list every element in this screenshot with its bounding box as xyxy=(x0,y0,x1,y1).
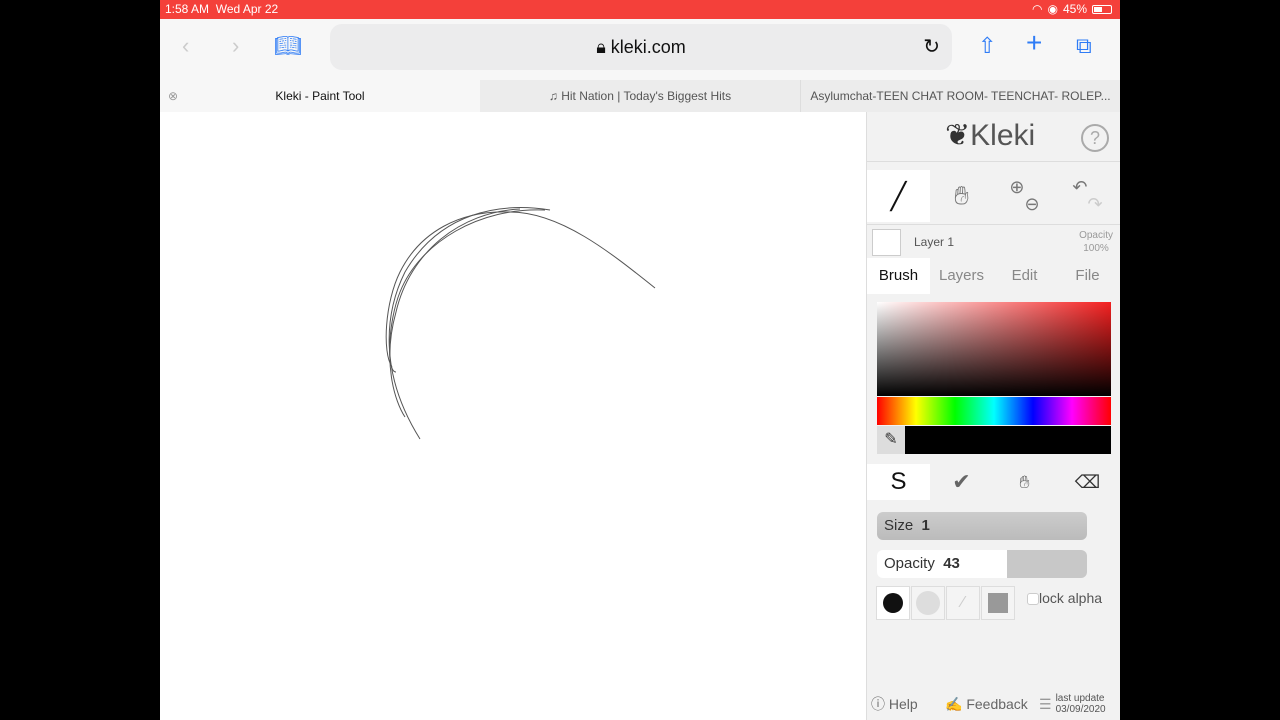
back-button[interactable]: ‹ xyxy=(182,33,189,59)
chalk-brush-shape[interactable] xyxy=(911,586,945,620)
battery-icon xyxy=(1092,5,1112,14)
opacity-slider[interactable]: Opacity 43 xyxy=(877,550,1087,578)
blend-brush[interactable]: ✔︎ xyxy=(930,464,993,500)
sketchy-brush[interactable]: ✋︎ xyxy=(993,464,1056,500)
undo-redo: ↶ ↷ xyxy=(1056,170,1119,222)
drawing-canvas[interactable] xyxy=(160,112,866,720)
zoom-out-icon[interactable]: ⊖ xyxy=(1025,194,1040,215)
kleki-sidebar: ❦Kleki ? ╱ ✋︎ ⊕ ⊖ ↶ ↷ Layer 1 Opacity 100% … xyxy=(866,112,1120,720)
eyedropper-icon[interactable]: ✎ xyxy=(877,426,905,454)
round-brush-shape[interactable] xyxy=(876,586,910,620)
size-slider[interactable]: Size 1 xyxy=(877,512,1087,540)
tab-asylumchat[interactable]: Asylumchat-TEEN CHAT ROOM- TEENCHAT- ROL… xyxy=(800,80,1120,112)
square-icon xyxy=(988,593,1008,613)
layer-name: Layer 1 xyxy=(914,235,955,249)
layer-thumbnail[interactable] xyxy=(872,229,901,256)
close-tab-icon[interactable]: ⊗ xyxy=(168,80,178,112)
kleki-logo: ❦Kleki xyxy=(945,119,1036,152)
color-saturation-picker[interactable] xyxy=(877,302,1111,396)
hand-tool[interactable]: ✋︎ xyxy=(930,170,993,222)
date: Wed Apr 22 xyxy=(215,2,279,16)
last-update-date: 03/09/2020 xyxy=(1055,704,1106,715)
zoom-tool[interactable]: ⊕ ⊖ xyxy=(993,170,1056,222)
list-icon: ☰ xyxy=(1039,696,1052,712)
reload-icon[interactable]: ↻ xyxy=(923,24,940,70)
tab-label: Kleki - Paint Tool xyxy=(275,89,365,103)
help-icon[interactable]: ? xyxy=(1081,124,1109,152)
tabs-icon[interactable]: ⧉ xyxy=(1076,33,1092,59)
brush-tool[interactable]: ╱ xyxy=(867,170,930,222)
feather-icon: ⁄ xyxy=(961,594,965,611)
square-brush-shape[interactable] xyxy=(981,586,1015,620)
tab-file[interactable]: File xyxy=(1056,258,1119,294)
undo-icon[interactable]: ↶ xyxy=(1072,177,1087,198)
orientation-lock-icon: ◉ xyxy=(1047,2,1058,16)
wifi-icon: ◠ xyxy=(1032,2,1043,16)
stroke xyxy=(389,208,521,418)
layer-opacity: Opacity 100% xyxy=(1079,230,1113,254)
lock-alpha-checkbox[interactable]: lock alpha xyxy=(1027,590,1102,606)
chalk-icon xyxy=(916,591,940,615)
hue-slider[interactable] xyxy=(877,397,1111,425)
tab-kleki[interactable]: ⊗ Kleki - Paint Tool xyxy=(160,80,480,112)
tab-bar: ⊗ Kleki - Paint Tool ♫ Hit Nation | Today… xyxy=(160,80,1120,112)
lock-icon: 🔒︎ xyxy=(596,37,611,57)
stroke xyxy=(385,211,656,368)
brush-icon: ╱ xyxy=(890,180,907,211)
tab-hit-nation[interactable]: ♫ Hit Nation | Today's Biggest Hits xyxy=(480,80,800,112)
zoom-in-icon[interactable]: ⊕ xyxy=(1009,177,1024,198)
tab-layers[interactable]: Layers xyxy=(930,258,993,294)
circle-icon xyxy=(883,593,903,613)
changelog-button[interactable]: ☰ last update 03/09/2020 xyxy=(1039,688,1120,720)
time: 1:58 AM xyxy=(165,2,210,16)
last-update-label: last update xyxy=(1055,693,1105,704)
battery-percent: 45% xyxy=(1062,2,1087,16)
new-tab-button[interactable]: + xyxy=(1026,27,1042,59)
help-button[interactable]: ⓘ Help xyxy=(871,688,918,720)
eraser-icon[interactable]: ⌫ xyxy=(1056,464,1119,500)
status-bar: 1:58 AM Wed Apr 22 ◠ ◉ 45% xyxy=(160,0,1120,19)
browser-toolbar: ‹ › 📖︎ 🔒︎ kleki.com ↻ ⇧ + ⧉ xyxy=(160,19,1120,80)
share-icon[interactable]: ⇧ xyxy=(978,33,996,59)
tab-label: ♫ Hit Nation | Today's Biggest Hits xyxy=(548,89,732,103)
tab-brush[interactable]: Brush xyxy=(867,258,930,294)
ipad-screen: 1:58 AM Wed Apr 22 ◠ ◉ 45% ‹ › 📖︎ 🔒︎ kleki… xyxy=(160,0,1120,720)
calligraphy-brush-shape[interactable]: ⁄ xyxy=(946,586,980,620)
stroke xyxy=(388,207,551,440)
forward-button[interactable]: › xyxy=(232,33,239,59)
url-text: kleki.com xyxy=(610,37,686,57)
stroke xyxy=(389,209,546,373)
tab-label: Asylumchat-TEEN CHAT ROOM- TEENCHAT- ROL… xyxy=(810,89,1111,103)
address-bar[interactable]: 🔒︎ kleki.com ↻ xyxy=(330,24,952,70)
feedback-button[interactable]: ✍ Feedback xyxy=(945,688,1028,720)
tab-edit[interactable]: Edit xyxy=(993,258,1056,294)
pen-brush[interactable]: S xyxy=(867,464,930,500)
sketch-strokes xyxy=(385,207,656,440)
bookmarks-icon[interactable]: 📖︎ xyxy=(274,33,302,59)
redo-icon[interactable]: ↷ xyxy=(1088,194,1103,215)
current-color-swatch xyxy=(905,426,1111,454)
hand-icon: ✋︎ xyxy=(954,180,969,210)
